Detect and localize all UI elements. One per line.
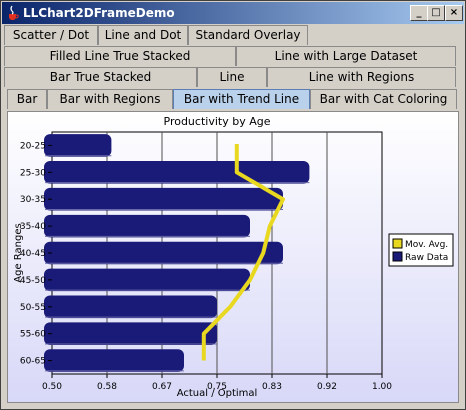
- y-tick-label: 50-55: [20, 303, 46, 313]
- y-tick-label: 30-35: [20, 195, 46, 205]
- tab-line-and-dot[interactable]: Line and Dot: [98, 25, 188, 45]
- tab-line-with-regions[interactable]: Line with Regions: [267, 67, 456, 87]
- tab-filled-line-true-stacked[interactable]: Filled Line True Stacked: [4, 46, 236, 66]
- tab-scatter-dot[interactable]: Scatter / Dot: [4, 25, 98, 45]
- y-tick-label: 55-60: [20, 330, 46, 340]
- bar: [44, 268, 250, 292]
- java-cup-icon: [9, 5, 19, 20]
- tab-bar-with-cat-coloring[interactable]: Bar with Cat Coloring: [310, 89, 457, 109]
- bar: [44, 214, 250, 238]
- title-bar: LLChart2DFrameDemo _ □ ×: [2, 2, 464, 24]
- bar: [44, 295, 217, 319]
- legend-label: Raw Data: [405, 253, 448, 263]
- legend-label: Mov. Avg.: [405, 240, 448, 250]
- x-tick-label: 0.58: [97, 382, 117, 392]
- x-tick-label: 0.67: [152, 382, 172, 392]
- x-tick-label: 1.00: [372, 382, 392, 392]
- window-title: LLChart2DFrameDemo: [23, 6, 175, 20]
- chart-panel: 0.50 0.58 0.67 0.75 0.83 0.92 1.00 20-25 25-30 30…: [7, 111, 459, 403]
- x-axis-label: Actual / Optimal: [177, 388, 258, 399]
- tab-bar[interactable]: Bar: [7, 89, 47, 109]
- bar: [44, 187, 283, 211]
- minimize-icon: _: [416, 7, 422, 18]
- tab-bar-true-stacked[interactable]: Bar True Stacked: [4, 67, 197, 87]
- chart-title: Productivity by Age: [164, 115, 271, 128]
- maximize-icon: □: [431, 7, 441, 18]
- bar: [44, 134, 112, 157]
- tab-bar-with-regions[interactable]: Bar with Regions: [47, 89, 173, 109]
- y-tick-label: 20-25: [20, 141, 46, 151]
- bar: [44, 241, 283, 265]
- close-icon: ×: [449, 7, 459, 18]
- bar: [44, 322, 217, 345]
- legend-swatch: [392, 238, 403, 249]
- legend-swatch: [392, 251, 403, 262]
- y-tick-label: 60-65: [20, 357, 46, 367]
- x-tick-label: 0.92: [317, 382, 337, 392]
- y-axis-label: Age Ranges: [13, 223, 24, 282]
- chart: 0.50 0.58 0.67 0.75 0.83 0.92 1.0020-2525-3030…: [8, 112, 458, 402]
- tab-standard-overlay[interactable]: Standard Overlay: [188, 25, 308, 45]
- y-tick-label: 25-30: [20, 168, 46, 178]
- bar: [44, 161, 310, 184]
- app-window: LLChart2DFrameDemo _ □ × Scatter / Dot L…: [0, 0, 466, 410]
- x-tick-label: 0.83: [262, 382, 282, 392]
- tab-line[interactable]: Line: [197, 67, 267, 87]
- bar: [44, 349, 184, 372]
- tab-bar-with-trend-line[interactable]: Bar with Trend Line: [173, 89, 310, 109]
- tab-line-with-large-dataset[interactable]: Line with Large Dataset: [236, 46, 456, 66]
- close-button[interactable]: ×: [445, 5, 463, 21]
- maximize-button[interactable]: □: [427, 5, 445, 21]
- minimize-button[interactable]: _: [410, 5, 428, 21]
- x-tick-label: 0.50: [42, 382, 62, 392]
